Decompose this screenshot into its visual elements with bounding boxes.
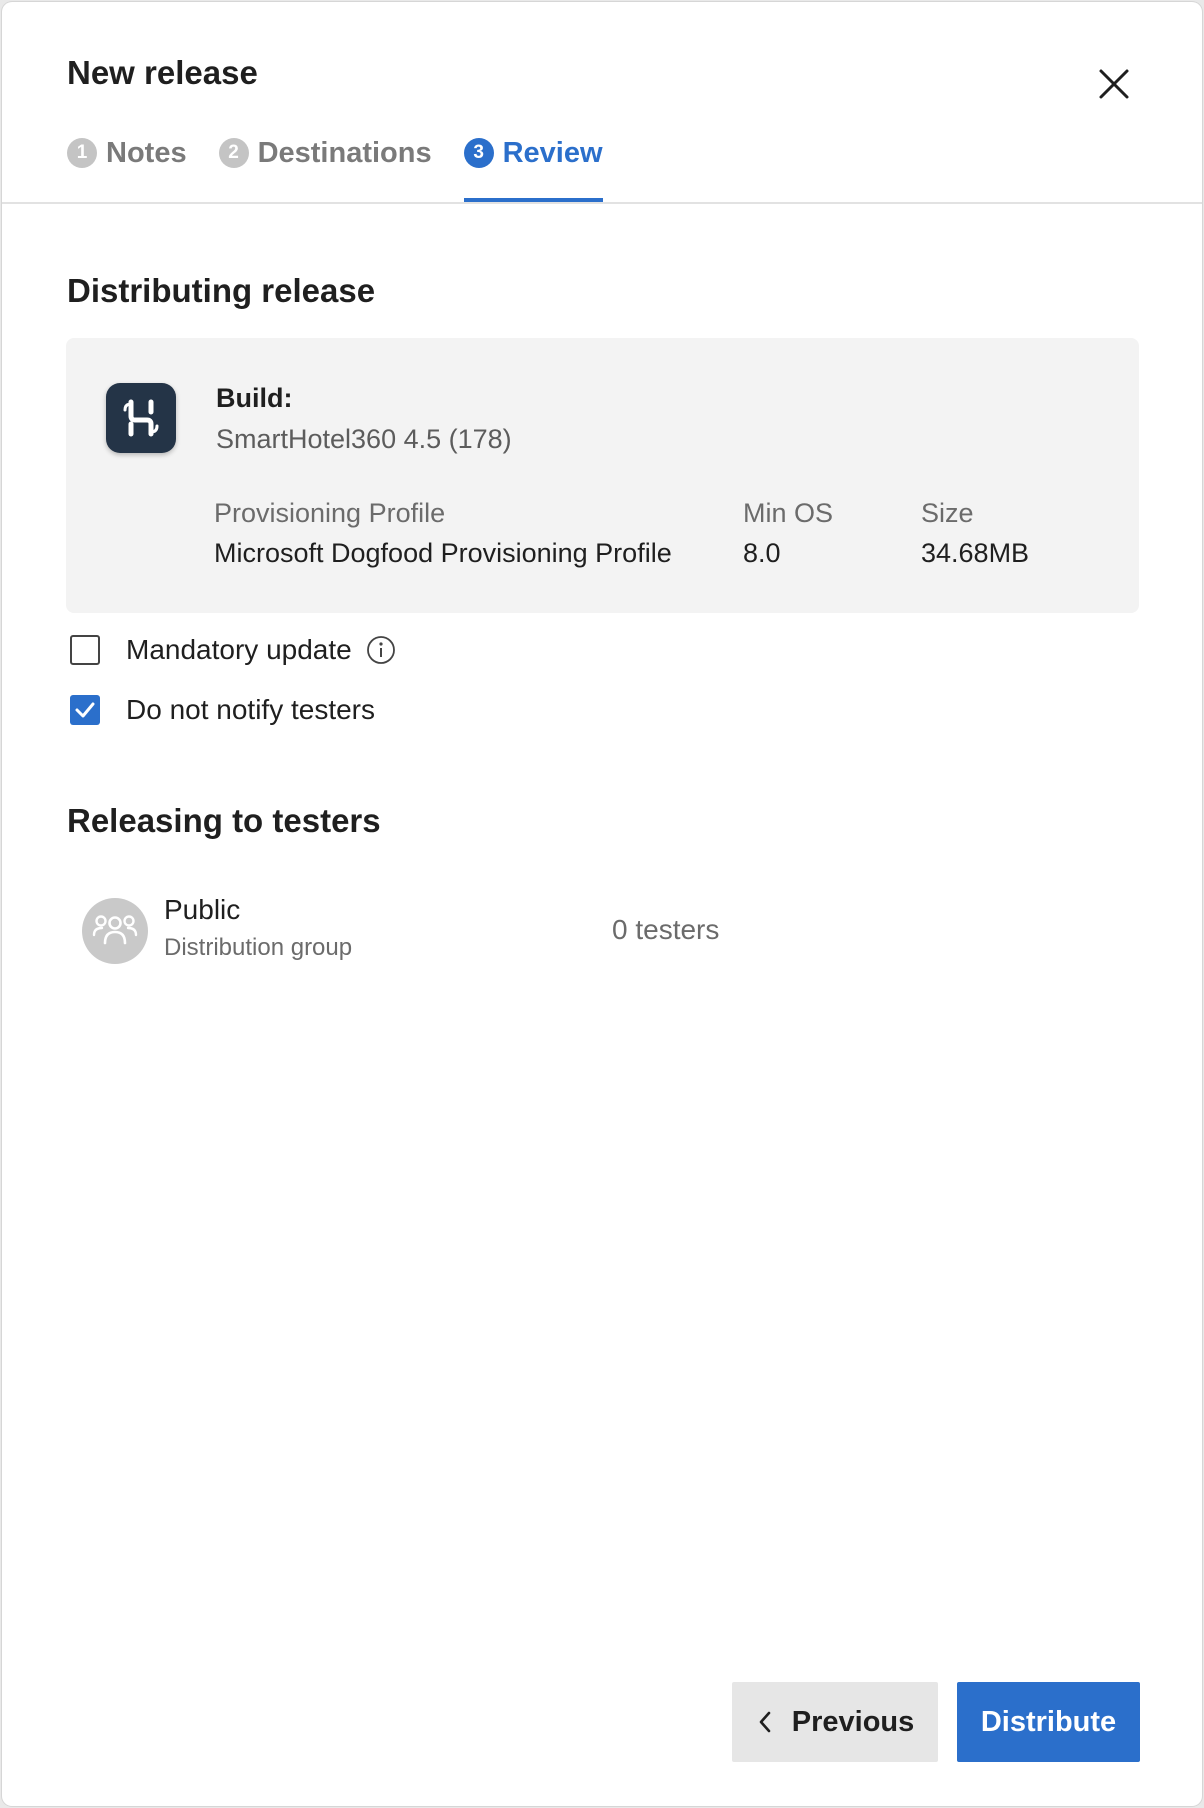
mandatory-update-checkbox[interactable]: [70, 635, 100, 665]
tab-destinations[interactable]: 2 Destinations: [218, 132, 432, 174]
group-name: Public: [164, 894, 241, 925]
do-not-notify-option[interactable]: Do not notify testers: [70, 694, 375, 726]
tester-count: 0 testers: [612, 914, 720, 945]
distribute-button[interactable]: Distribute: [957, 1682, 1140, 1762]
min-os-label: Min OS: [743, 498, 834, 528]
distribute-label: Distribute: [980, 1705, 1117, 1738]
step-number: 1: [67, 138, 97, 168]
info-icon[interactable]: [366, 635, 396, 665]
new-release-dialog: New release 1 Notes 2 Destinations 3 Rev…: [2, 2, 1202, 1806]
previous-label: Previous: [791, 1705, 915, 1738]
step-label: Review: [502, 136, 603, 169]
list-item: Public Distribution group 0 testers: [82, 894, 1082, 966]
tab-notes[interactable]: 1 Notes: [67, 132, 187, 174]
step-number: 3: [463, 138, 494, 168]
size-label: Size: [921, 498, 974, 528]
checkmark-icon: [75, 702, 95, 718]
chevron-left-icon: [759, 1711, 771, 1733]
step-label: Notes: [106, 136, 187, 169]
build-label: Build:: [216, 383, 293, 413]
step-number: 2: [218, 138, 249, 168]
mandatory-update-label: Mandatory update: [126, 634, 352, 665]
min-os-value: 8.0: [743, 538, 781, 568]
distributing-release-heading: Distributing release: [67, 272, 376, 309]
build-value: SmartHotel360 4.5 (178): [216, 424, 512, 454]
do-not-notify-label: Do not notify testers: [126, 694, 376, 725]
wizard-steps: 1 Notes 2 Destinations 3 Review: [67, 132, 635, 204]
dialog-title: New release: [67, 54, 258, 91]
tab-divider: [2, 202, 1202, 204]
smarthotel-app-icon: [106, 383, 176, 453]
mandatory-update-option[interactable]: Mandatory update: [70, 634, 396, 666]
provisioning-profile-value: Microsoft Dogfood Provisioning Profile: [214, 538, 672, 568]
provisioning-profile-label: Provisioning Profile: [214, 498, 446, 528]
app-logo-glyph: [123, 399, 159, 437]
build-summary-card: Build: SmartHotel360 4.5 (178) Provision…: [66, 338, 1139, 613]
step-label: Destinations: [257, 136, 432, 169]
size-value: 34.68MB: [921, 538, 1030, 568]
tab-review[interactable]: 3 Review: [463, 132, 603, 202]
do-not-notify-checkbox[interactable]: [70, 695, 100, 725]
group-type: Distribution group: [164, 934, 353, 961]
releasing-to-testers-heading: Releasing to testers: [67, 802, 381, 839]
group-icon: [82, 898, 148, 964]
close-button[interactable]: [1092, 62, 1136, 106]
close-icon: [1099, 69, 1129, 99]
previous-button[interactable]: Previous: [732, 1682, 938, 1762]
